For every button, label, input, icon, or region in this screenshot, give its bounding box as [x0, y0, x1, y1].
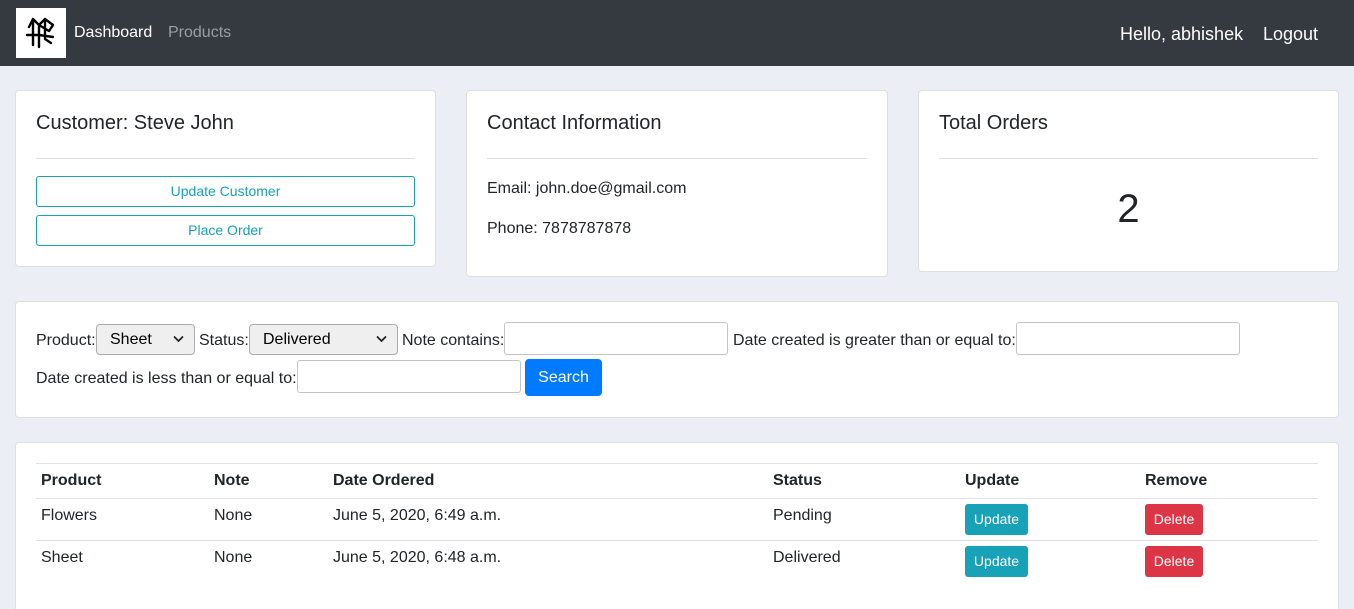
customer-title: Customer: Steve John — [36, 112, 234, 134]
header-note: Note — [214, 472, 250, 489]
total-orders-card: Total Orders 2 — [918, 90, 1339, 272]
place-order-button[interactable]: Place Order — [36, 215, 415, 246]
update-customer-button[interactable]: Update Customer — [36, 176, 415, 207]
brand-logo[interactable] — [16, 8, 66, 58]
chevron-down-icon — [173, 335, 184, 343]
cell-date: June 5, 2020, 6:49 a.m. — [333, 507, 502, 524]
table-border — [36, 463, 1318, 464]
divider — [939, 158, 1318, 159]
brand-logo-icon — [25, 17, 55, 49]
chevron-down-icon — [376, 335, 387, 343]
header-product: Product — [41, 472, 102, 489]
status-filter-label: Status: — [199, 332, 249, 349]
cell-note: None — [214, 549, 253, 566]
user-greeting: Hello, abhishek — [1120, 24, 1244, 44]
table-border — [36, 540, 1318, 541]
navbar: Dashboard Products Hello, abhishek Logou… — [0, 0, 1354, 66]
header-remove: Remove — [1145, 472, 1208, 489]
contact-email: Email: john.doe@gmail.com — [487, 180, 687, 197]
customer-card: Customer: Steve John Update Customer Pla… — [15, 90, 436, 267]
status-filter-select[interactable]: Delivered — [249, 324, 398, 355]
update-order-button[interactable]: Update — [965, 504, 1028, 535]
note-filter-label: Note contains: — [402, 332, 505, 349]
nav-dashboard[interactable]: Dashboard — [74, 22, 152, 44]
product-filter-label: Product: — [36, 332, 96, 349]
cell-status: Delivered — [773, 549, 841, 566]
divider — [36, 158, 415, 159]
divider — [487, 158, 867, 159]
date-lte-label: Date created is less than or equal to: — [36, 370, 297, 387]
note-filter-input[interactable] — [504, 322, 728, 355]
delete-order-button[interactable]: Delete — [1145, 504, 1203, 535]
contact-title: Contact Information — [487, 112, 662, 134]
header-update: Update — [965, 472, 1020, 489]
date-gte-input[interactable] — [1016, 322, 1240, 355]
cell-product: Sheet — [41, 549, 83, 566]
filter-card: Product: Sheet Status: Delivered Note co… — [15, 301, 1339, 418]
date-gte-label: Date created is greater than or equal to… — [733, 332, 1016, 349]
total-orders-value: 2 — [1117, 187, 1140, 231]
product-filter-select[interactable]: Sheet — [96, 324, 195, 355]
delete-order-button[interactable]: Delete — [1145, 546, 1203, 577]
cell-status: Pending — [773, 507, 832, 524]
cell-date: June 5, 2020, 6:48 a.m. — [333, 549, 502, 566]
header-date-ordered: Date Ordered — [333, 472, 435, 489]
search-button[interactable]: Search — [525, 359, 602, 396]
status-filter-value: Delivered — [263, 331, 331, 348]
update-order-button[interactable]: Update — [965, 546, 1028, 577]
contact-phone: Phone: 7878787878 — [487, 220, 632, 237]
cell-note: None — [214, 507, 253, 524]
logout-link[interactable]: Logout — [1263, 22, 1318, 46]
date-lte-input[interactable] — [297, 360, 521, 393]
orders-table-card: Product Note Date Ordered Status Update … — [15, 442, 1339, 609]
contact-card: Contact Information Email: john.doe@gmai… — [466, 90, 888, 277]
nav-products[interactable]: Products — [168, 22, 231, 44]
total-orders-title: Total Orders — [939, 112, 1048, 134]
table-border — [36, 498, 1318, 499]
cell-product: Flowers — [41, 507, 98, 524]
product-filter-value: Sheet — [110, 331, 152, 348]
header-status: Status — [773, 472, 822, 489]
